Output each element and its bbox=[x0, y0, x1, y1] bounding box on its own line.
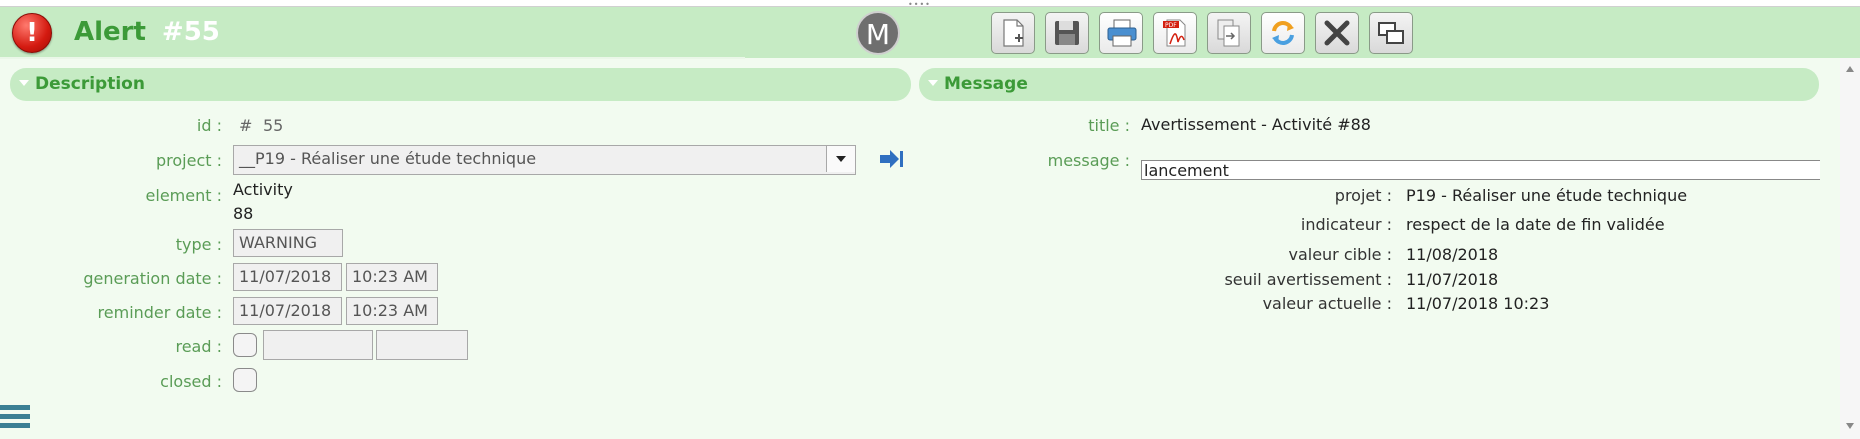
x-icon bbox=[1324, 20, 1350, 46]
scroll-up-icon[interactable] bbox=[1846, 66, 1854, 72]
title-value: Avertissement - Activité #88 bbox=[1141, 115, 1371, 134]
refresh-button[interactable] bbox=[1261, 12, 1305, 54]
windows-icon bbox=[1378, 22, 1404, 44]
id-hash: # bbox=[239, 116, 253, 135]
new-button[interactable] bbox=[991, 12, 1035, 54]
id-label: id : bbox=[196, 116, 222, 135]
title-label: title : bbox=[1088, 116, 1130, 135]
element-label: element : bbox=[145, 186, 222, 205]
refresh-icon bbox=[1272, 21, 1294, 45]
closed-checkbox[interactable] bbox=[233, 368, 257, 392]
generation-date-label: generation date : bbox=[83, 269, 222, 288]
copy-button[interactable] bbox=[1207, 12, 1251, 54]
generation-time-field[interactable]: 10:23 AM bbox=[346, 263, 438, 291]
detail-label-seuil-avertissement: seuil avertissement : bbox=[1224, 270, 1392, 289]
id-value: 55 bbox=[263, 116, 284, 135]
print-button[interactable] bbox=[1099, 12, 1143, 54]
collapse-triangle-icon bbox=[19, 80, 29, 86]
detail-value-projet: P19 - Réaliser une étude technique bbox=[1406, 186, 1688, 205]
page-title: Alert #55 bbox=[74, 17, 220, 47]
read-label: read : bbox=[175, 337, 222, 356]
project-select[interactable]: __P19 - Réaliser une étude technique bbox=[233, 145, 856, 175]
page-title-label: Alert bbox=[74, 17, 146, 47]
copy-document-icon bbox=[1217, 19, 1240, 47]
detail-value-valeur-cible: 11/08/2018 bbox=[1406, 245, 1499, 264]
read-date-field[interactable] bbox=[263, 330, 373, 360]
reminder-date-label: reminder date : bbox=[97, 303, 222, 322]
project-label: project : bbox=[155, 151, 222, 170]
floppy-disk-icon bbox=[1055, 21, 1079, 45]
message-text: lancement bbox=[1141, 160, 1820, 180]
reminder-date-field[interactable]: 11/07/2018 bbox=[233, 297, 342, 325]
detail-label-projet: projet : bbox=[1334, 186, 1392, 205]
detail-value-indicateur: respect de la date de fin validée bbox=[1406, 215, 1665, 234]
closed-label: closed : bbox=[160, 372, 222, 391]
new-document-icon bbox=[1003, 19, 1024, 47]
page-title-number: #55 bbox=[161, 17, 220, 47]
project-select-value: __P19 - Réaliser une étude technique bbox=[239, 149, 537, 168]
reminder-time-field[interactable]: 10:23 AM bbox=[346, 297, 438, 325]
message-section-header[interactable]: Message bbox=[919, 68, 1819, 101]
type-label: type : bbox=[175, 235, 222, 254]
read-checkbox[interactable] bbox=[233, 333, 257, 357]
hamburger-menu-icon[interactable] bbox=[0, 405, 30, 433]
message-section-label: Message bbox=[944, 74, 1028, 94]
pdf-button[interactable]: PDF bbox=[1153, 12, 1197, 54]
detail-value-seuil-avertissement: 11/07/2018 bbox=[1406, 270, 1499, 289]
user-avatar[interactable]: M bbox=[856, 11, 900, 55]
delete-button[interactable] bbox=[1315, 12, 1359, 54]
detail-label-indicateur: indicateur : bbox=[1300, 215, 1392, 234]
type-field[interactable]: WARNING bbox=[233, 229, 343, 257]
save-button[interactable] bbox=[1045, 12, 1089, 54]
element-type: Activity bbox=[233, 180, 293, 199]
description-section-header[interactable]: Description bbox=[10, 68, 911, 101]
header-underline bbox=[0, 57, 745, 59]
header-bar: ! Alert #55 M PDF bbox=[0, 7, 1860, 58]
goto-arrow-icon[interactable] bbox=[878, 148, 904, 170]
generation-date-field[interactable]: 11/07/2018 bbox=[233, 263, 342, 291]
chevron-down-icon[interactable] bbox=[826, 146, 855, 172]
element-id: 88 bbox=[233, 204, 254, 223]
vertical-scrollbar[interactable] bbox=[1840, 58, 1860, 439]
svg-text:PDF: PDF bbox=[1165, 22, 1177, 29]
detail-label-valeur-actuelle: valeur actuelle : bbox=[1262, 294, 1392, 313]
detail-label-valeur-cible: valeur cible : bbox=[1288, 245, 1392, 264]
description-section-label: Description bbox=[35, 74, 145, 94]
pdf-icon: PDF bbox=[1163, 19, 1186, 47]
scroll-down-icon[interactable] bbox=[1846, 423, 1854, 429]
detail-value-valeur-actuelle: 11/07/2018 10:23 bbox=[1406, 294, 1550, 313]
message-label: message : bbox=[1047, 151, 1130, 170]
printer-icon bbox=[1107, 19, 1137, 47]
multi-window-button[interactable] bbox=[1369, 12, 1413, 54]
alert-icon: ! bbox=[12, 13, 52, 53]
read-time-field[interactable] bbox=[376, 330, 468, 360]
collapse-triangle-icon bbox=[928, 80, 938, 86]
